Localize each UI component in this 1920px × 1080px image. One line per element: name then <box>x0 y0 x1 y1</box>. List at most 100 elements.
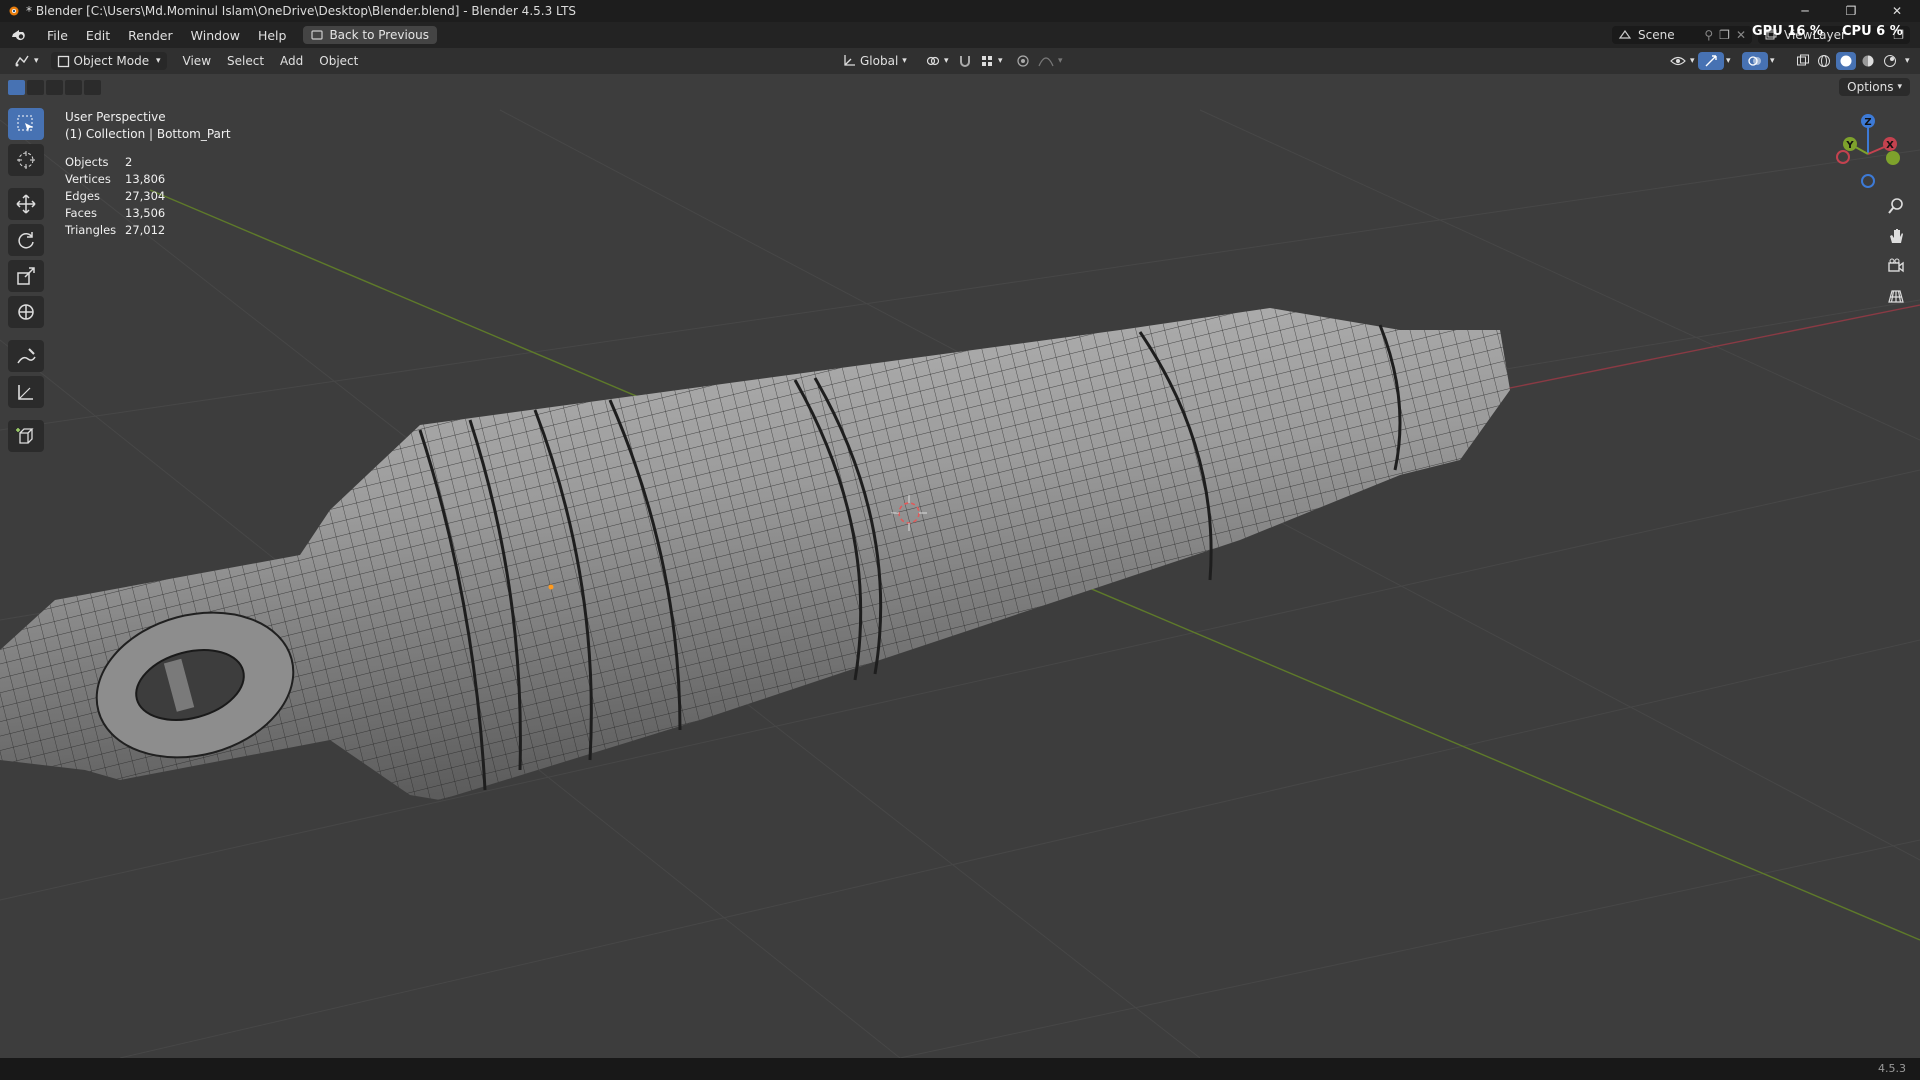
rotate-icon <box>18 232 34 249</box>
scene-icon <box>1618 29 1632 39</box>
stat-row: Objects 2 <box>65 154 165 171</box>
gizmo-x-label: X <box>1886 140 1894 151</box>
shading-solid-button[interactable] <box>1836 52 1856 70</box>
header-menu-view[interactable]: View <box>175 54 219 68</box>
orientation-icon <box>844 55 855 66</box>
gizmo-z-label: Z <box>1864 117 1871 128</box>
3d-viewport-icon <box>15 55 29 67</box>
cpu-label: CPU <box>1842 24 1872 39</box>
camera-view-button[interactable] <box>1882 252 1910 280</box>
solid-sphere-icon <box>1840 55 1852 67</box>
add-cube-icon <box>16 428 34 444</box>
restore-button[interactable]: ❐ <box>1828 0 1874 22</box>
chevron-down-icon: ▾ <box>156 56 161 66</box>
pivot-icon <box>926 56 940 66</box>
transform-tool[interactable] <box>8 296 44 328</box>
top-menu-bar: File Edit Render Window Help Back to Pre… <box>0 22 1920 48</box>
gizmo-x-negative[interactable] <box>1836 150 1850 164</box>
chevron-down-icon: ▾ <box>944 56 949 66</box>
eye-icon <box>1670 56 1686 66</box>
mode-selector[interactable]: Object Mode ▾ <box>50 52 167 70</box>
select-box-tool[interactable] <box>8 108 44 140</box>
overlay-circles-icon <box>1748 56 1761 66</box>
overlays-options-dropdown[interactable]: ▾ <box>1764 52 1781 70</box>
menu-window[interactable]: Window <box>182 28 249 43</box>
move-tool[interactable] <box>8 188 44 220</box>
scale-icon <box>17 267 35 285</box>
viewport-info-overlay: User Perspective (1) Collection | Bottom… <box>65 109 231 143</box>
scale-tool[interactable] <box>8 260 44 292</box>
blender-app-icon <box>9 6 19 16</box>
close-button[interactable]: ✕ <box>1874 0 1920 22</box>
blender-logo-icon[interactable] <box>10 26 28 44</box>
visibility-selector[interactable]: ▾ <box>1664 52 1701 70</box>
rotate-tool[interactable] <box>8 224 44 256</box>
shading-material-button[interactable] <box>1858 52 1878 70</box>
transform-orientation-selector[interactable]: Global ▾ <box>836 52 913 70</box>
gpu-usage: GPU 16 % <box>1752 24 1823 39</box>
falloff-curve-icon <box>1038 57 1054 67</box>
orientation-label: Global <box>860 54 899 68</box>
editor-type-button[interactable]: ▾ <box>8 52 45 70</box>
shading-modes: ▾ <box>1814 52 1913 70</box>
cpu-usage: CPU 6 % <box>1842 24 1903 39</box>
scene-selector[interactable]: Scene ⚲ ❐ ✕ <box>1612 26 1752 44</box>
stat-value: 27,304 <box>125 189 166 203</box>
viewport-canvas[interactable] <box>0 74 1920 1058</box>
xray-toggle[interactable] <box>1790 52 1816 70</box>
cursor-crosshair-icon <box>17 151 35 169</box>
active-collection-object: (1) Collection | Bottom_Part <box>65 127 231 141</box>
delete-scene-icon[interactable]: ✕ <box>1736 28 1746 42</box>
proportional-falloff-selector[interactable]: ▾ <box>1032 52 1069 70</box>
hand-icon <box>1890 229 1903 243</box>
menu-file[interactable]: File <box>38 28 77 43</box>
header-menu-object[interactable]: Object <box>311 54 366 68</box>
menu-render[interactable]: Render <box>119 28 182 43</box>
pin-icon[interactable]: ⚲ <box>1704 28 1713 42</box>
wireframe-mesh-bottom-part[interactable] <box>0 308 1510 800</box>
header-menu-select[interactable]: Select <box>219 54 272 68</box>
add-cube-tool[interactable] <box>8 420 44 452</box>
menu-edit[interactable]: Edit <box>77 28 119 43</box>
back-to-previous-label: Back to Previous <box>329 28 429 42</box>
gizmo-z-negative[interactable] <box>1861 174 1875 188</box>
screen-icon <box>311 30 324 40</box>
snap-grid-icon <box>982 56 992 66</box>
move-arrows-icon <box>16 194 36 214</box>
gizmo-y-label: Y <box>1845 140 1854 151</box>
menu-help[interactable]: Help <box>249 28 296 43</box>
annotate-tool[interactable] <box>8 340 44 372</box>
magnet-icon <box>960 56 970 67</box>
shading-rendered-button[interactable] <box>1880 52 1900 70</box>
copy-scene-icon[interactable]: ❐ <box>1719 28 1730 42</box>
title-bar: * Blender [C:\Users\Md.Mominul Islam\One… <box>0 0 1920 22</box>
shading-wireframe-button[interactable] <box>1814 52 1834 70</box>
header-menu-add[interactable]: Add <box>272 54 311 68</box>
stat-label: Vertices <box>65 172 111 186</box>
toggle-perspective-button[interactable] <box>1882 282 1910 310</box>
stat-row: Edges 27,304 <box>65 188 165 205</box>
navigation-gizmo[interactable]: Z X Y <box>1826 108 1916 198</box>
pivot-point-selector[interactable]: ▾ <box>920 52 955 70</box>
stat-label: Edges <box>65 189 100 203</box>
transform-icon <box>18 304 34 320</box>
chevron-down-icon: ▾ <box>902 56 907 66</box>
snap-target-selector[interactable]: ▾ <box>974 52 1009 70</box>
shading-options-dropdown[interactable]: ▾ <box>1902 52 1913 70</box>
gizmo-y-negative[interactable] <box>1886 151 1900 165</box>
measure-tool[interactable] <box>8 376 44 408</box>
back-to-previous-button[interactable]: Back to Previous <box>303 26 437 44</box>
viewport-header: ▾ Object Mode ▾ View Select Add Object G… <box>0 48 1920 74</box>
gizmo-options-dropdown[interactable]: ▾ <box>1720 52 1737 70</box>
zoom-view-button[interactable] <box>1882 192 1910 220</box>
proportional-circle-icon <box>1017 55 1029 67</box>
stat-row: Triangles 27,012 <box>65 222 165 239</box>
minimize-button[interactable]: ─ <box>1782 0 1828 22</box>
version-label: 4.5.3 <box>1878 1062 1906 1075</box>
stat-label: Objects <box>65 155 109 169</box>
cursor-tool[interactable] <box>8 144 44 176</box>
status-bar: 4.5.3 <box>0 1058 1920 1080</box>
pan-view-button[interactable] <box>1882 222 1910 250</box>
chevron-down-icon: ▾ <box>998 56 1003 66</box>
gpu-label: GPU <box>1752 24 1783 39</box>
